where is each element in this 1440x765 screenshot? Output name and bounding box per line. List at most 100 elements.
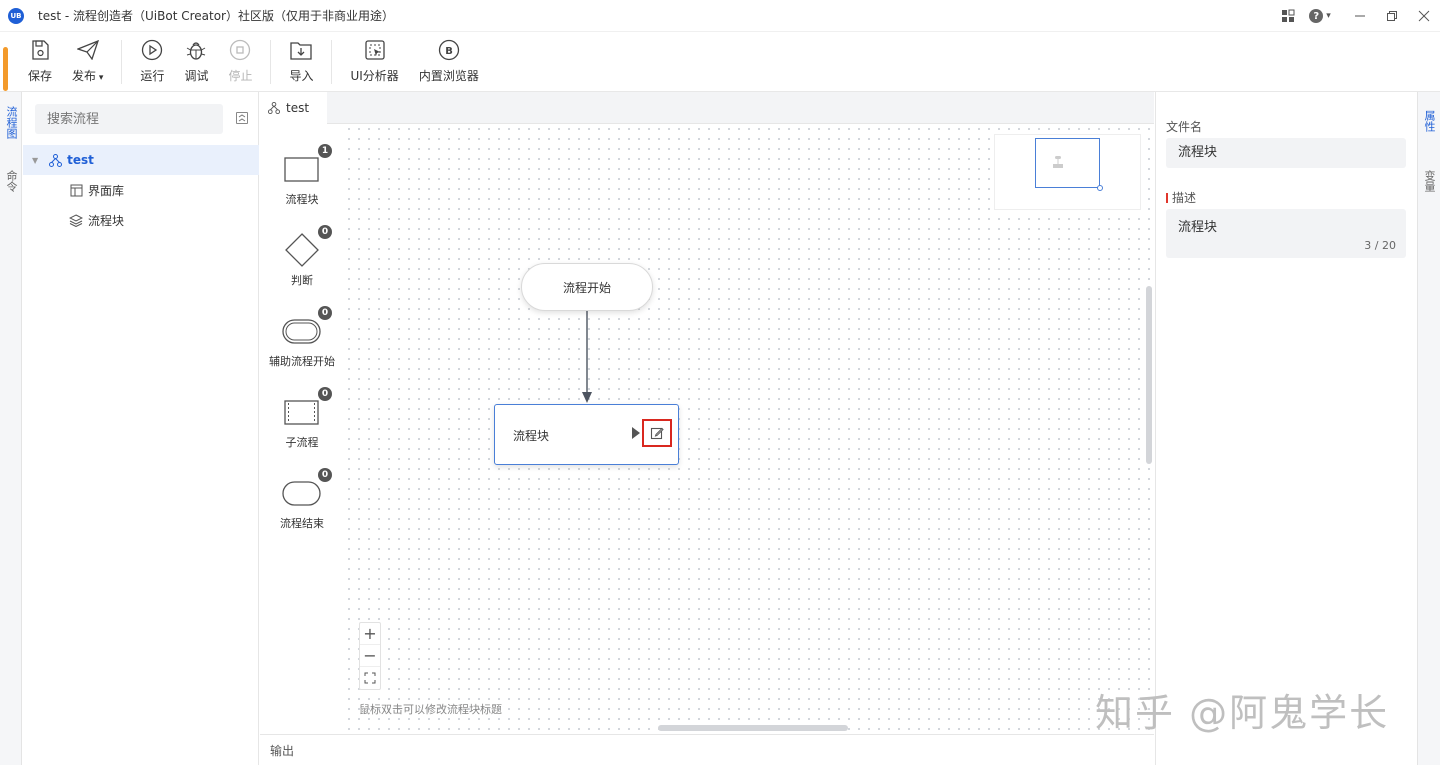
palette-decision[interactable]: 0 判断 <box>260 225 344 288</box>
browser-button[interactable]: B 内置浏览器 <box>409 32 489 92</box>
target-frame-icon <box>364 39 386 61</box>
svg-text:B: B <box>445 46 453 57</box>
window-controls: ? ▾ <box>1272 0 1440 32</box>
close-button[interactable] <box>1408 0 1440 32</box>
flow-canvas[interactable]: 流程开始 流程块 + − 鼠标双击可以修改流程块标题 <box>344 124 1154 734</box>
app-logo: UB <box>8 7 24 24</box>
caret-down-icon: ▼ <box>32 155 39 165</box>
minimize-icon <box>1355 15 1365 17</box>
flowchart-icon <box>268 102 280 114</box>
right-side-tabs: 属性 变量 <box>1417 92 1440 765</box>
title-bar: UB test - 流程创造者（UiBot Creator）社区版（仅用于非商业… <box>0 0 1440 32</box>
connector-layer <box>582 311 592 403</box>
canvas-hint: 鼠标双击可以修改流程块标题 <box>359 703 502 716</box>
edit-block-button[interactable] <box>642 419 672 447</box>
toolbar: 保存 发布 ▾ 运行 调试 停止 导入 UI分析器 B 内置浏览器 <box>0 32 1440 92</box>
pill-icon <box>282 473 322 513</box>
play-icon <box>141 39 163 61</box>
save-button[interactable]: 保存 <box>18 32 62 92</box>
paper-plane-icon <box>76 39 99 61</box>
window-layout-icon <box>69 183 83 197</box>
run-label: 运行 <box>140 69 165 83</box>
tab-variables[interactable]: 变量 <box>1418 166 1440 196</box>
tab-flowchart[interactable]: 流程图 <box>0 104 22 140</box>
collapse-all-icon[interactable] <box>236 112 248 124</box>
tab-test[interactable]: test <box>260 92 327 124</box>
debug-button[interactable]: 调试 <box>174 32 218 92</box>
toolbar-divider <box>121 39 123 84</box>
help-icon: ? <box>1309 9 1324 23</box>
count-badge: 0 <box>318 468 332 482</box>
chevron-down-icon: ▾ <box>96 73 104 83</box>
tree-item-label: 流程块 <box>88 213 125 228</box>
tree-item-label: 界面库 <box>88 183 125 198</box>
properties-panel: 文件名 流程块 描述 流程块 3 / 20 <box>1155 92 1417 765</box>
palette-label: 判断 <box>291 274 313 287</box>
output-panel-tab[interactable]: 输出 <box>260 734 1154 765</box>
rectangle-icon <box>284 149 320 189</box>
palette-label: 流程块 <box>285 193 319 206</box>
stop-icon <box>229 39 251 61</box>
save-icon <box>29 39 51 61</box>
palette-flow-end[interactable]: 0 流程结束 <box>260 468 344 531</box>
output-label: 输出 <box>270 743 295 758</box>
tree-item-flow-blocks[interactable]: 流程块 <box>23 205 259 235</box>
tree-item-ui-library[interactable]: 界面库 <box>23 175 259 205</box>
palette-aux-start[interactable]: 0 辅助流程开始 <box>260 306 344 369</box>
description-value: 流程块 <box>1178 220 1218 235</box>
description-label: 描述 <box>1172 191 1197 205</box>
close-icon <box>1418 10 1430 22</box>
restore-icon <box>1387 11 1397 21</box>
connector-arrowhead <box>582 392 592 403</box>
tab-label: test <box>286 101 310 115</box>
flow-search-input[interactable] <box>35 104 223 134</box>
scroll-accent <box>3 47 8 91</box>
palette-label: 子流程 <box>285 436 319 449</box>
import-button[interactable]: 导入 <box>279 32 323 92</box>
publish-button[interactable]: 发布 ▾ <box>62 32 113 92</box>
debug-label: 调试 <box>184 69 209 83</box>
chevron-down-icon: ▾ <box>1326 11 1331 21</box>
stop-button[interactable]: 停止 <box>218 32 262 92</box>
fit-screen-icon[interactable] <box>360 667 380 689</box>
left-side-tabs: 流程图 命令 <box>0 47 22 765</box>
zoom-out-icon[interactable]: − <box>360 645 380 667</box>
layout-grid-icon[interactable] <box>1272 0 1304 32</box>
bug-icon <box>185 39 207 61</box>
subflow-icon <box>284 392 320 432</box>
palette-label: 流程结束 <box>280 517 324 530</box>
palette-flow-block[interactable]: 1 流程块 <box>260 144 344 207</box>
tab-properties[interactable]: 属性 <box>1418 106 1440 136</box>
import-label: 导入 <box>289 69 314 83</box>
component-palette: 1 流程块 0 判断 0 辅助流程开始 0 子流程 0 流程结束 <box>260 124 344 734</box>
zoom-in-icon[interactable]: + <box>360 623 380 645</box>
filename-input[interactable]: 流程块 <box>1166 138 1406 168</box>
horizontal-scrollbar[interactable] <box>658 725 848 731</box>
stop-label: 停止 <box>228 69 253 83</box>
tab-commands[interactable]: 命令 <box>0 166 22 196</box>
start-node[interactable]: 流程开始 <box>521 263 653 311</box>
diamond-icon <box>284 230 320 270</box>
char-counter: 3 / 20 <box>1364 239 1396 252</box>
tree-item-test[interactable]: ▼ test <box>23 145 259 175</box>
import-folder-icon <box>290 39 313 61</box>
flow-block-node[interactable]: 流程块 <box>494 404 679 465</box>
run-button[interactable]: 运行 <box>130 32 174 92</box>
description-textarea[interactable]: 流程块 3 / 20 <box>1166 209 1406 258</box>
minimize-button[interactable] <box>1344 0 1376 32</box>
save-label: 保存 <box>28 69 53 83</box>
editor-tab-bar: test <box>260 92 1154 124</box>
count-badge: 0 <box>318 225 332 239</box>
window-title: test - 流程创造者（UiBot Creator）社区版（仅用于非商业用途） <box>38 9 394 23</box>
vertical-scrollbar[interactable] <box>1146 286 1152 464</box>
ui-analyzer-button[interactable]: UI分析器 <box>340 32 408 92</box>
palette-subflow[interactable]: 0 子流程 <box>260 387 344 450</box>
watermark-text: 知乎 @阿鬼学长 <box>1095 691 1390 735</box>
tree-item-label: test <box>67 153 94 167</box>
restore-button[interactable] <box>1376 0 1408 32</box>
layers-icon <box>69 213 83 227</box>
help-button[interactable]: ? ▾ <box>1304 0 1336 32</box>
browser-label: 内置浏览器 <box>418 69 479 83</box>
toolbar-divider <box>331 39 333 84</box>
output-port-icon[interactable] <box>632 427 640 439</box>
